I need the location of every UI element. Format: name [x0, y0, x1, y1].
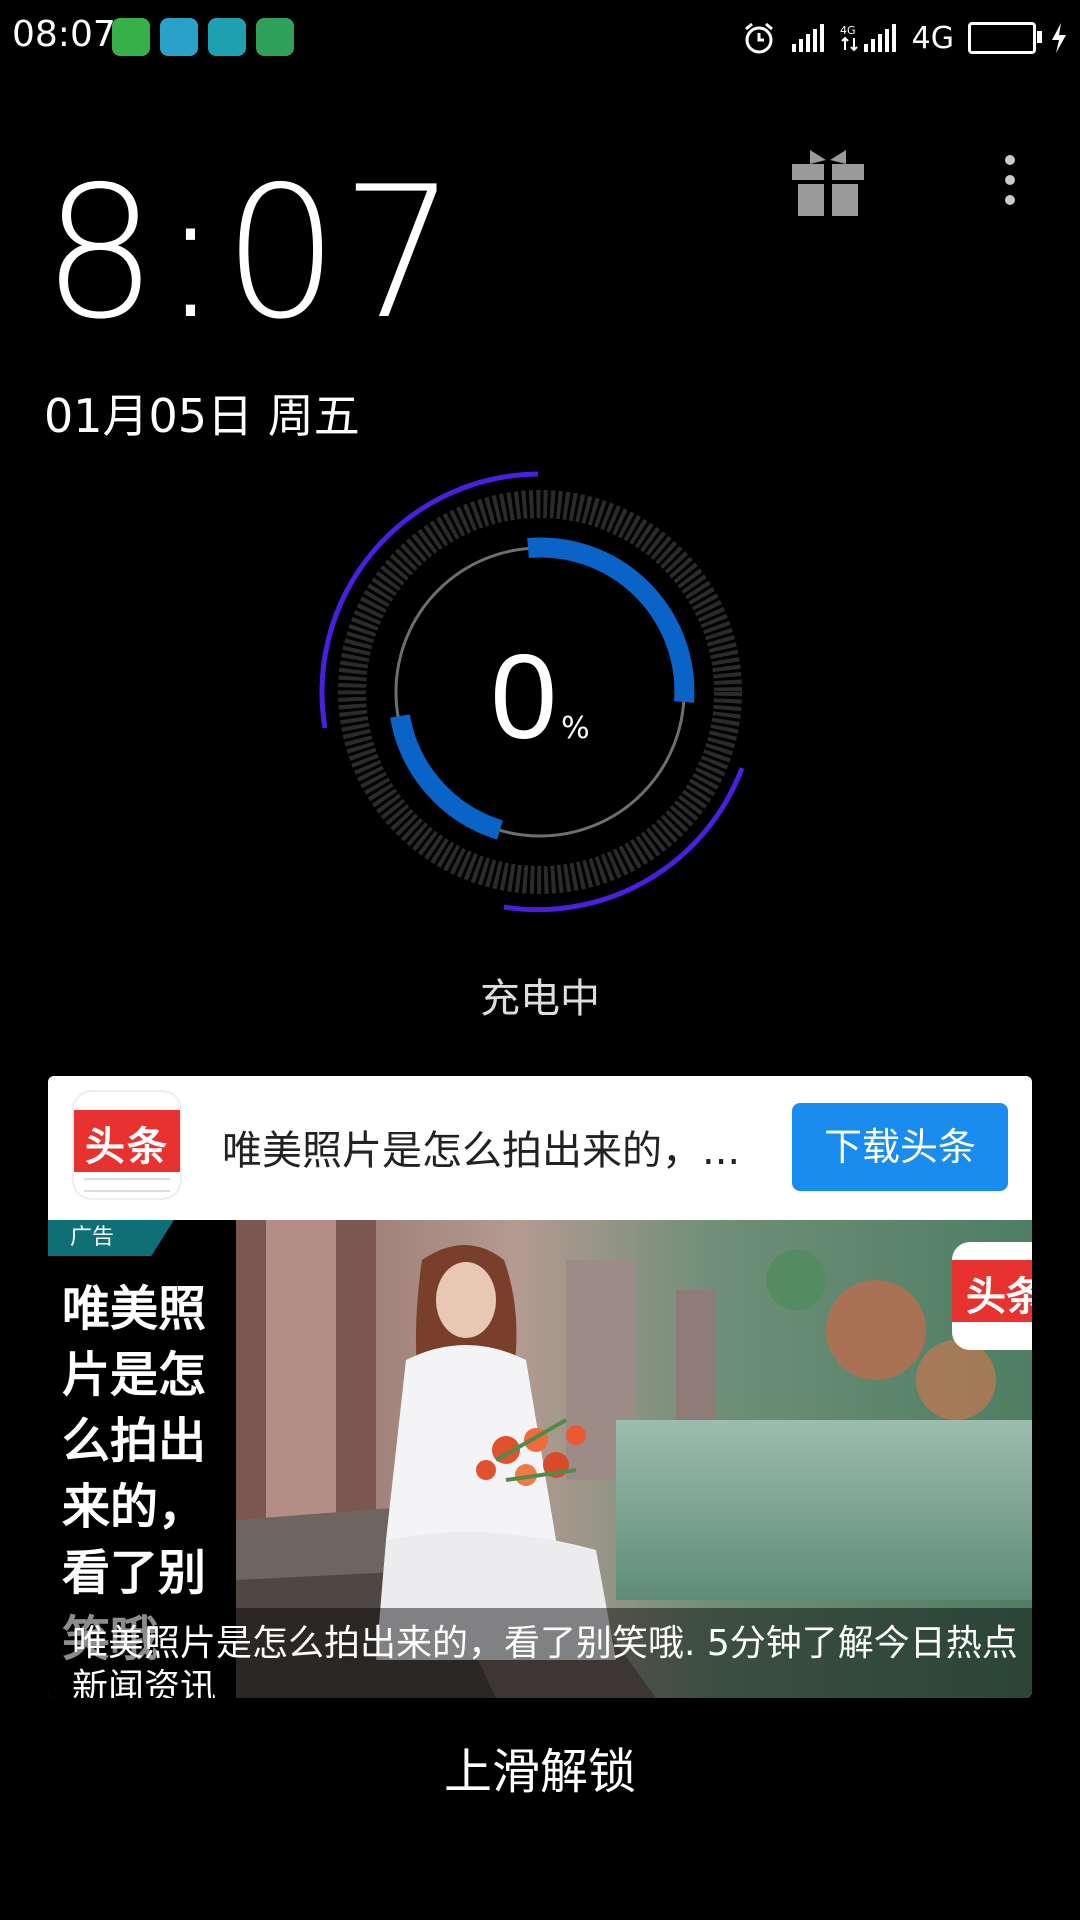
lockscreen-date: 01月05日 周五: [44, 389, 360, 443]
download-app-button[interactable]: 下载头条: [792, 1103, 1008, 1191]
ad-caption: 唯美照片是怎么拍出来的，看了别笑哦. 5分钟了解今日热点新闻资讯: [72, 1623, 1018, 1698]
ad-logo-text: 头条: [85, 1124, 169, 1170]
ad-title[interactable]: 唯美照片是怎么拍出来的，...: [222, 1118, 782, 1176]
svg-text:4G: 4G: [840, 24, 856, 37]
shield-app-icon: [256, 18, 294, 56]
ad-card[interactable]: 头条 唯美照片是怎么拍出来的，... 下载头条 广告 唯美照片是怎么拍出来的，看…: [48, 1076, 1032, 1698]
charging-bolt-icon: [1052, 23, 1066, 53]
lockscreen-clock: 8:07: [42, 147, 459, 359]
ad-caption-bar: 唯美照片是怎么拍出来的，看了别笑哦. 5分钟了解今日热点新闻资讯: [48, 1608, 1032, 1698]
status-indicators: 4G 4G: [742, 14, 1068, 62]
charging-status: 充电中: [480, 976, 600, 1022]
ad-photo-logo-text: 头条: [966, 1274, 1032, 1320]
toutiao-photo-logo-icon: 头条: [952, 1242, 1032, 1350]
signal-sim1-icon: [791, 24, 824, 52]
signal-sim2-icon: 4G: [840, 24, 896, 52]
plus-app-icon: [112, 18, 150, 56]
scan-app-icon: [208, 18, 246, 56]
status-time: 08:07: [12, 14, 116, 55]
ad-media[interactable]: 广告 唯美照片是怎么拍出来的，看了别笑哦 头条 唯美照片是怎么拍出来的，看了别笑…: [48, 1220, 1032, 1698]
ad-tag: 广告: [48, 1220, 174, 1256]
more-options-icon[interactable]: [990, 152, 1030, 208]
ball-app-icon: [160, 18, 198, 56]
battery-percent-value: 0: [490, 630, 558, 764]
swipe-up-unlock-hint[interactable]: 上滑解锁: [0, 1732, 1080, 1802]
battery-icon: [968, 22, 1042, 54]
network-type: 4G: [911, 20, 954, 56]
status-bar: 08:07 4G 4G: [0, 0, 1080, 76]
alarm-icon: [744, 22, 773, 54]
toutiao-logo-icon: 头条: [74, 1092, 180, 1198]
battery-percentage: 0%: [0, 628, 1080, 766]
gift-icon[interactable]: [790, 144, 866, 216]
percent-sign: %: [561, 711, 590, 746]
